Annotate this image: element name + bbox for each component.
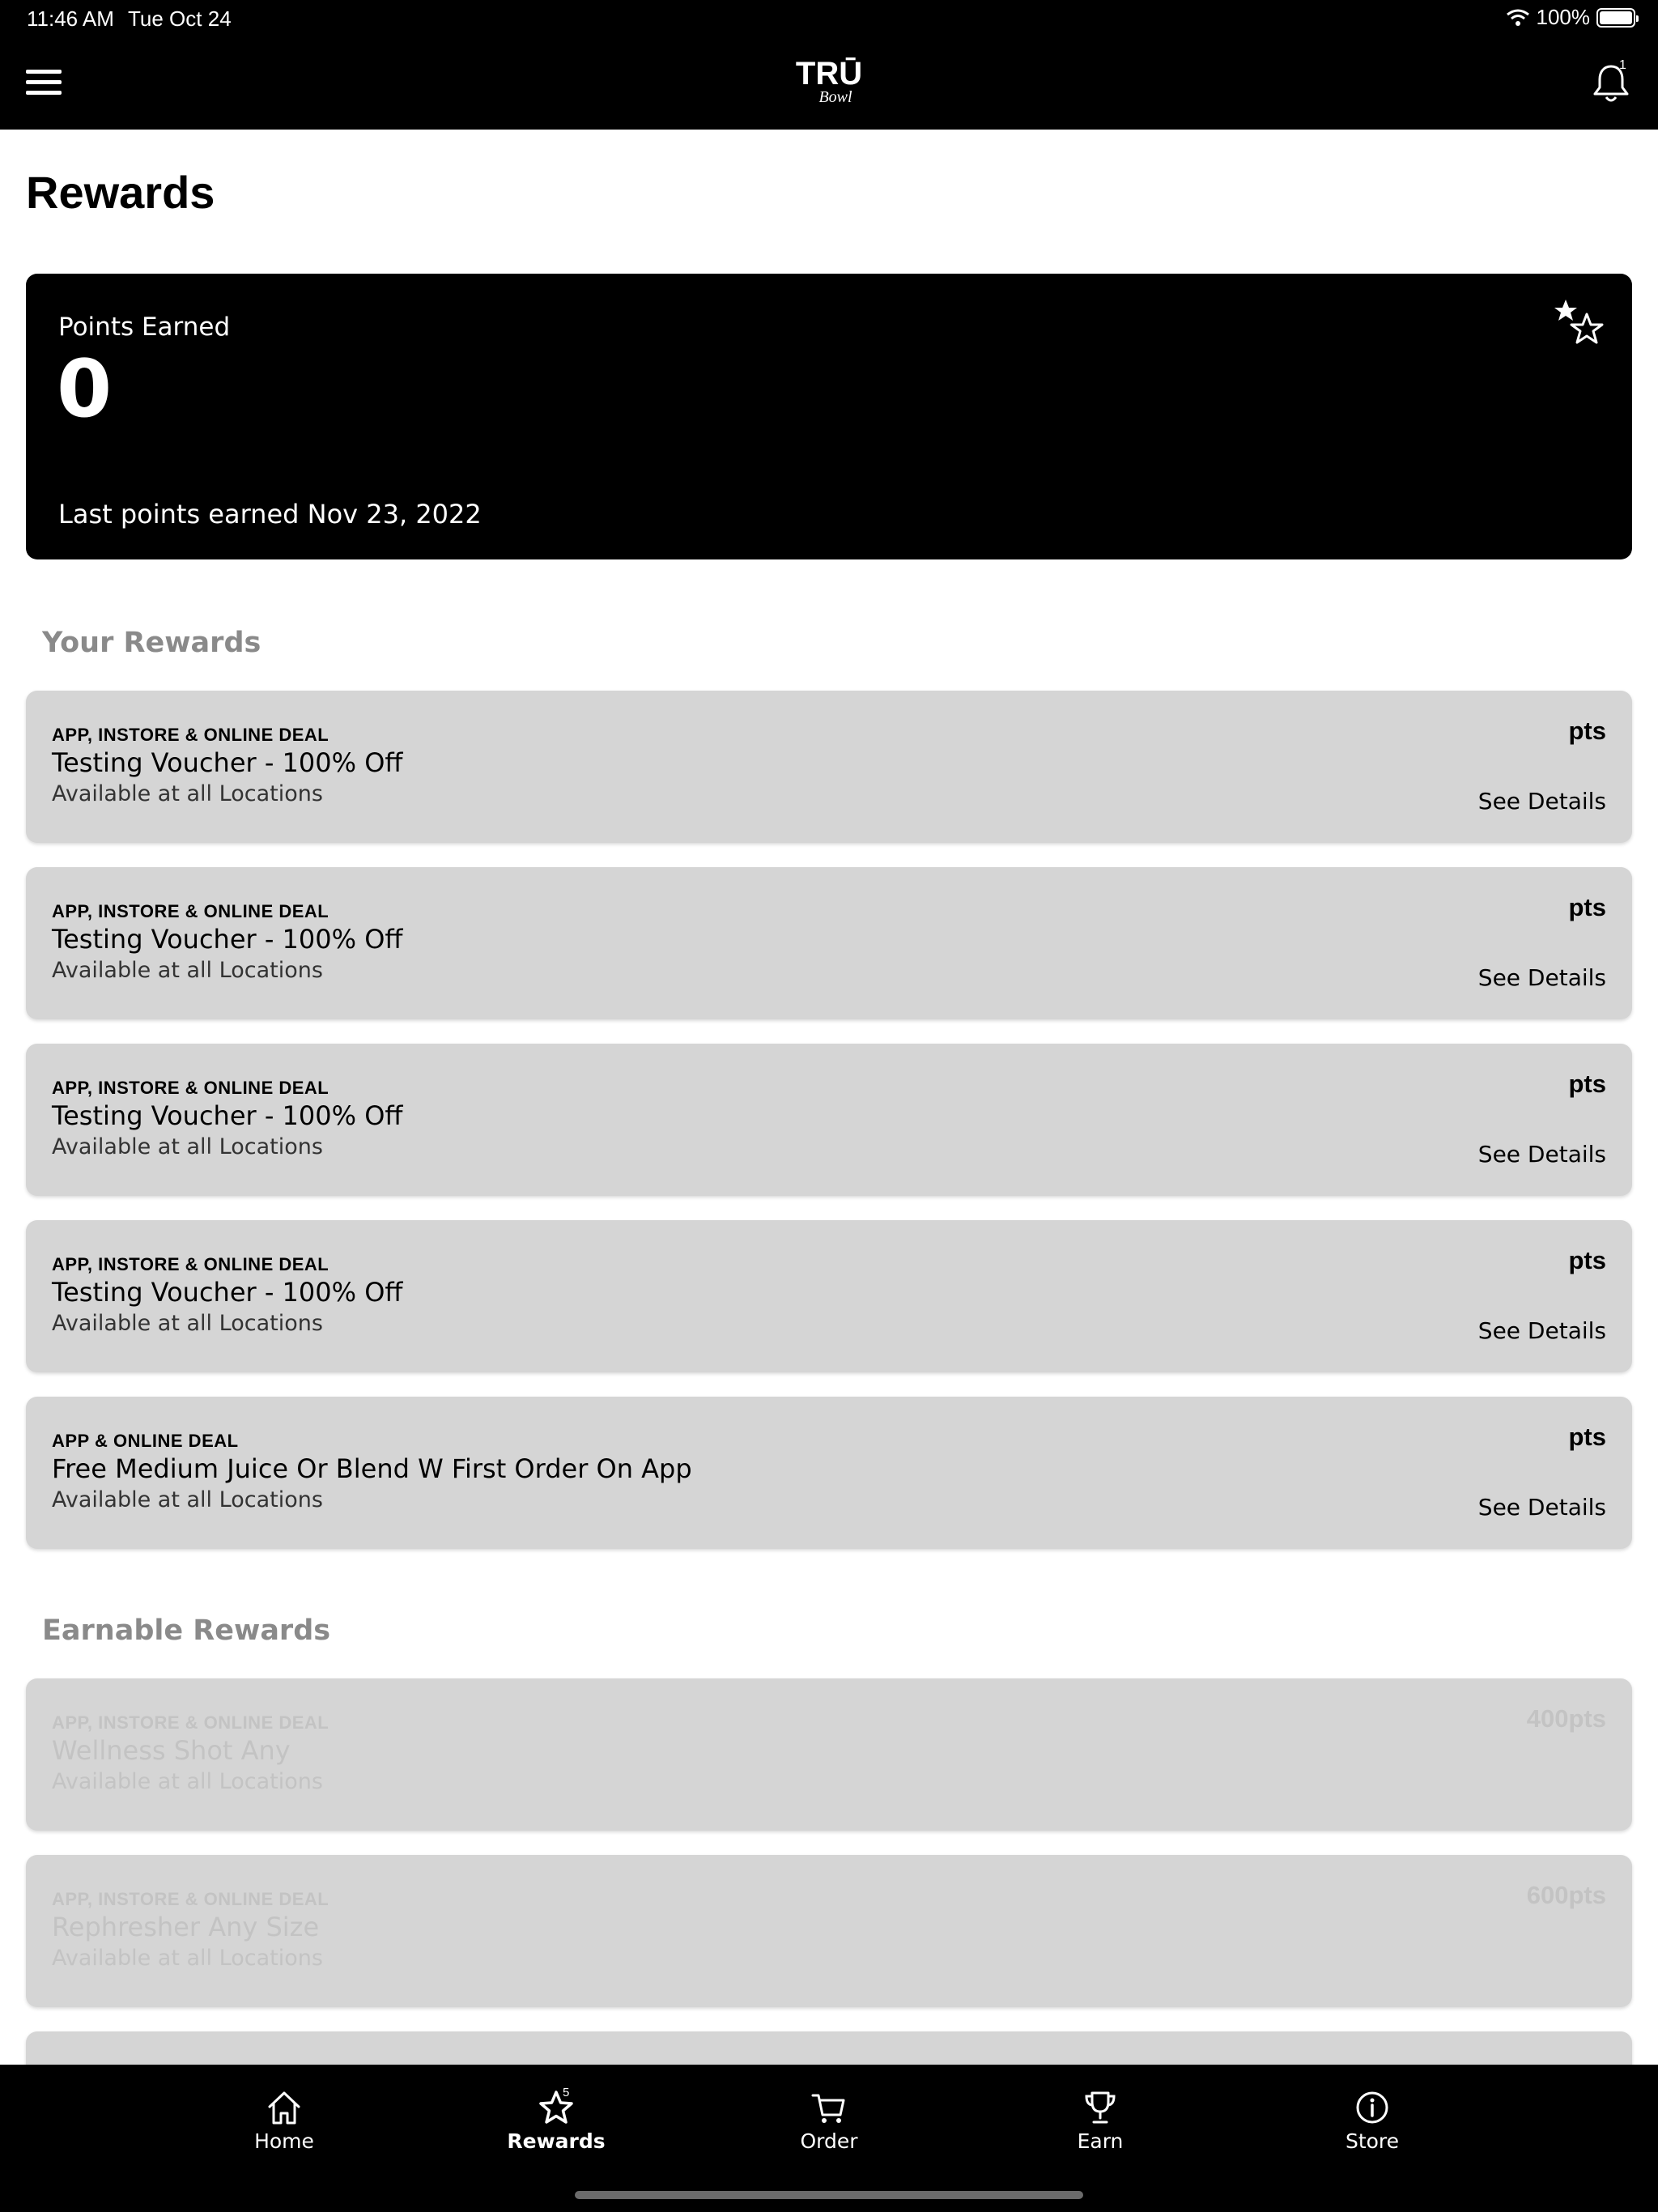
reward-title: Rephresher Any Size: [52, 1912, 320, 1942]
rewards-badge: 5: [563, 2086, 570, 2099]
top-bar: 11:46 AM Tue Oct 24 100% TRŪ Bowl 1: [0, 0, 1658, 130]
battery-percent: 100%: [1536, 5, 1591, 29]
status-indicators: 100%: [1506, 5, 1639, 30]
wifi-icon: [1506, 9, 1529, 26]
your-rewards-heading: Your Rewards: [42, 627, 261, 659]
home-indicator: [575, 2191, 1083, 2199]
reward-title: Testing Voucher - 100% Off: [52, 1100, 403, 1131]
see-details-link[interactable]: See Details: [1478, 788, 1606, 815]
tru-bowl-logo: TRŪ Bowl: [796, 56, 862, 106]
reward-type: APP, INSTORE & ONLINE DEAL: [52, 1889, 329, 1909]
tab-home[interactable]: Home: [219, 2089, 349, 2153]
reward-type: APP, INSTORE & ONLINE DEAL: [52, 1254, 329, 1274]
reward-location: Available at all Locations: [52, 958, 323, 983]
points-label: Points Earned: [58, 313, 231, 342]
earnable-rewards-heading: Earnable Rewards: [42, 1614, 331, 1647]
see-details-link[interactable]: See Details: [1478, 1141, 1606, 1168]
reward-card[interactable]: APP, INSTORE & ONLINE DEAL Testing Vouch…: [26, 1044, 1632, 1196]
reward-points: 600pts: [1526, 1881, 1606, 1909]
reward-type: APP & ONLINE DEAL: [52, 1431, 239, 1451]
home-icon: [268, 2091, 300, 2125]
reward-points: pts: [1568, 1070, 1607, 1098]
reward-location: Available at all Locations: [52, 1134, 323, 1159]
reward-points: pts: [1568, 1423, 1607, 1451]
battery-icon: [1596, 7, 1639, 28]
reward-card[interactable]: APP, INSTORE & ONLINE DEAL Testing Vouch…: [26, 1220, 1632, 1372]
trophy-icon: [1085, 2091, 1116, 2124]
status-time: 11:46 AM: [27, 6, 114, 31]
see-details-link[interactable]: See Details: [1478, 964, 1606, 991]
reward-points: 400pts: [1526, 1704, 1606, 1733]
bottom-tab-bar: Home 5 Rewards Order Earn Store: [0, 2065, 1658, 2212]
notification-bell-icon[interactable]: [1588, 60, 1634, 105]
logo-text: TRŪ: [796, 56, 862, 91]
reward-title: Testing Voucher - 100% Off: [52, 924, 403, 955]
points-value: 0: [57, 343, 113, 436]
tab-store[interactable]: Store: [1307, 2089, 1437, 2153]
earnable-reward-card[interactable]: APP, INSTORE & ONLINE DEAL Wellness Shot…: [26, 1678, 1632, 1831]
reward-type: APP, INSTORE & ONLINE DEAL: [52, 901, 329, 921]
page-title: Rewards: [26, 167, 215, 218]
earnable-reward-card[interactable]: APP, INSTORE & ONLINE DEAL Rephresher An…: [26, 1855, 1632, 2007]
reward-points: pts: [1568, 893, 1607, 921]
reward-type: APP, INSTORE & ONLINE DEAL: [52, 725, 329, 745]
reward-title: Testing Voucher - 100% Off: [52, 747, 403, 778]
tab-rewards-label: Rewards: [507, 2129, 606, 2153]
tab-home-label: Home: [254, 2129, 314, 2153]
reward-title: Testing Voucher - 100% Off: [52, 1277, 403, 1308]
tab-rewards[interactable]: 5 Rewards: [491, 2086, 621, 2153]
reward-card[interactable]: APP, INSTORE & ONLINE DEAL Testing Vouch…: [26, 867, 1632, 1019]
reward-title: Free Medium Juice Or Blend W First Order…: [52, 1453, 692, 1484]
tab-order[interactable]: Order: [764, 2089, 894, 2153]
tab-order-label: Order: [800, 2129, 858, 2153]
menu-button[interactable]: [23, 66, 68, 99]
reward-location: Available at all Locations: [52, 781, 323, 806]
reward-card[interactable]: APP & ONLINE DEAL Free Medium Juice Or B…: [26, 1397, 1632, 1549]
see-details-link[interactable]: See Details: [1478, 1494, 1606, 1521]
star-icon: [539, 2091, 573, 2124]
reward-location: Available at all Locations: [52, 1311, 323, 1336]
reward-location: Available at all Locations: [52, 1946, 323, 1971]
notification-count: 1: [1619, 58, 1626, 72]
info-icon: [1356, 2091, 1388, 2124]
reward-points: pts: [1568, 717, 1607, 745]
logo-script: Bowl: [818, 88, 852, 106]
tab-earn[interactable]: Earn: [1035, 2089, 1165, 2153]
points-card: Points Earned 0 Last points earned Nov 2…: [26, 274, 1632, 559]
reward-points: pts: [1568, 1246, 1607, 1274]
reward-type: APP, INSTORE & ONLINE DEAL: [52, 1078, 329, 1098]
reward-card[interactable]: APP, INSTORE & ONLINE DEAL Testing Vouch…: [26, 691, 1632, 843]
see-details-link[interactable]: See Details: [1478, 1317, 1606, 1344]
cart-icon: [811, 2094, 845, 2123]
stars-icon: [1554, 300, 1604, 344]
reward-location: Available at all Locations: [52, 1769, 323, 1794]
status-date: Tue Oct 24: [128, 6, 232, 31]
reward-type: APP, INSTORE & ONLINE DEAL: [52, 1712, 329, 1733]
tab-store-label: Store: [1345, 2129, 1400, 2153]
reward-location: Available at all Locations: [52, 1487, 323, 1512]
reward-title: Wellness Shot Any: [52, 1735, 291, 1766]
tab-earn-label: Earn: [1077, 2129, 1124, 2153]
last-points-earned: Last points earned Nov 23, 2022: [58, 499, 482, 530]
